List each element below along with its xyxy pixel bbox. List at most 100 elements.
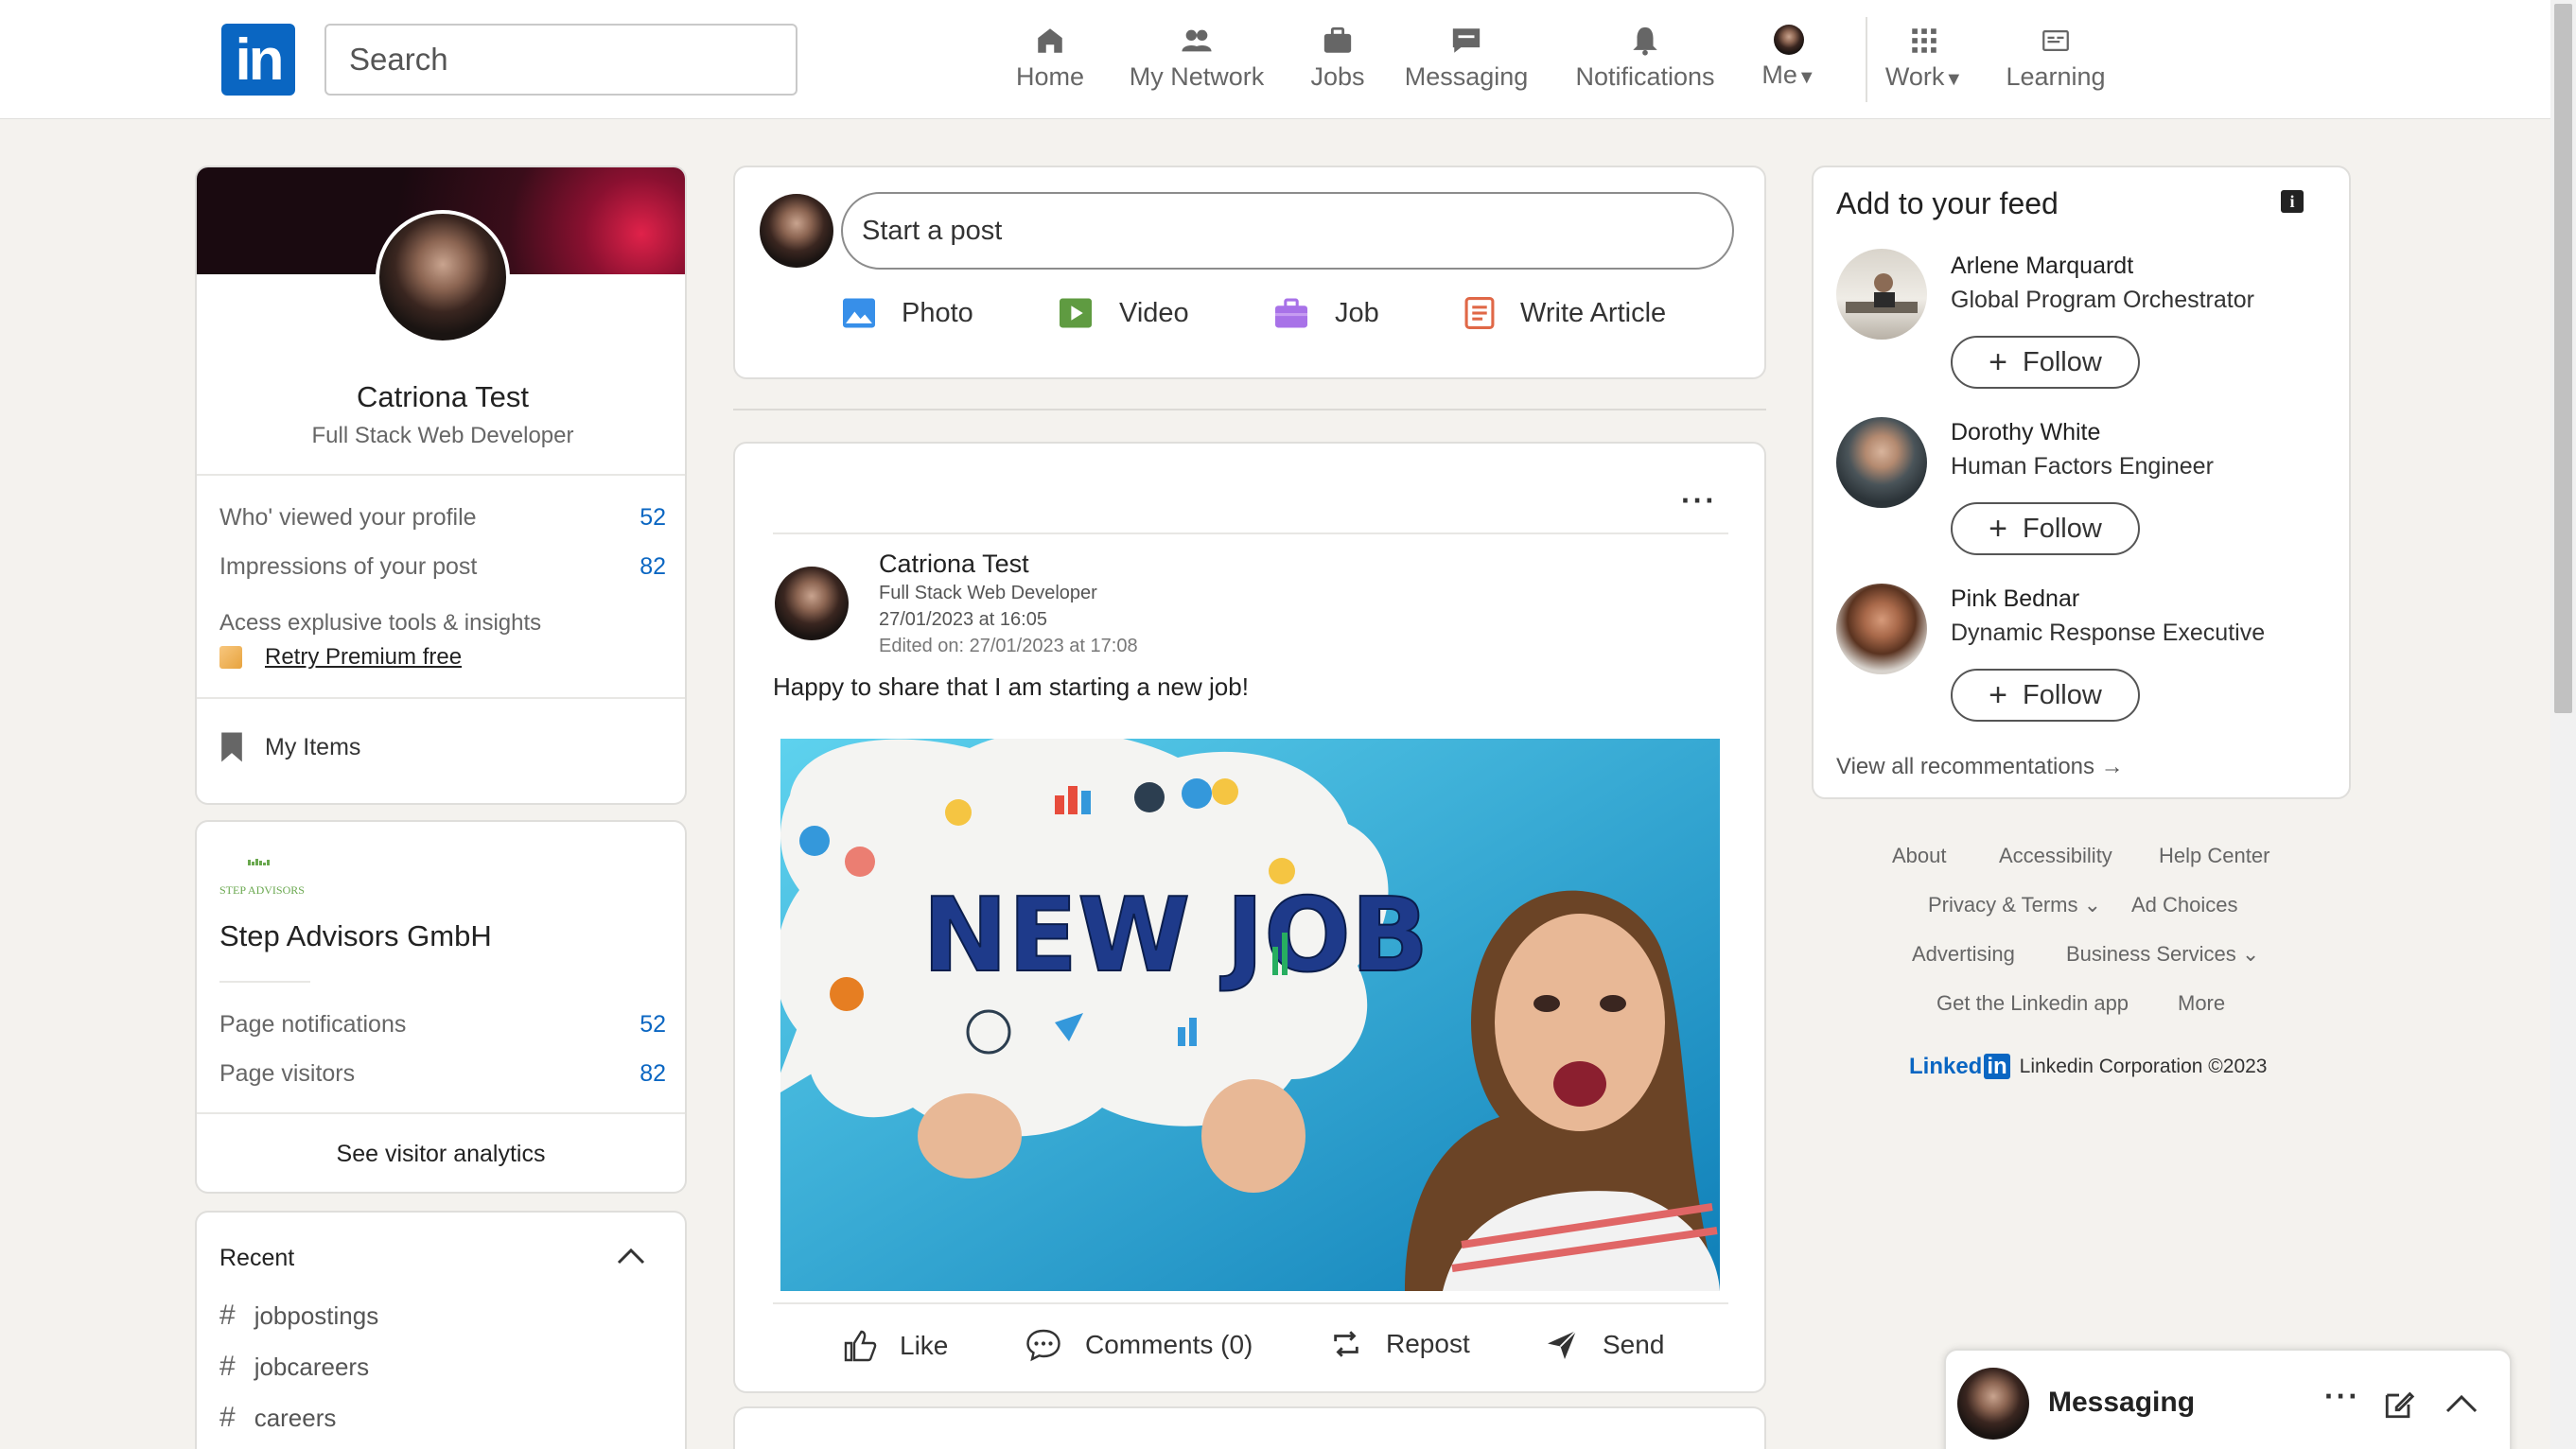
my-items-link[interactable]: My Items [219, 731, 360, 763]
stat-label: Who' viewed your profile [219, 504, 477, 531]
job-button[interactable]: Job [1272, 297, 1379, 329]
see-visitor-analytics-link[interactable]: See visitor analytics [197, 1141, 685, 1168]
post-timestamp: 27/01/2023 at 16:05 [879, 609, 1047, 630]
video-button[interactable]: Video [1057, 297, 1189, 329]
recommendation-avatar[interactable] [1836, 417, 1927, 508]
more-options-icon[interactable]: ··· [1681, 483, 1717, 518]
page-notifications-stat[interactable]: Page notifications 52 [219, 1011, 666, 1039]
nav-home[interactable]: Home [1010, 25, 1090, 100]
stat-label: Page visitors [219, 1060, 356, 1087]
home-icon [1038, 28, 1062, 53]
footer-privacy-terms-link[interactable]: Privacy & Terms ⌄ [1928, 893, 2101, 917]
compose-icon[interactable] [2383, 1388, 2415, 1421]
top-nav-bar: in Home My Network Jobs Messaging Notifi… [0, 0, 2550, 119]
footer-business-services-link[interactable]: Business Services ⌄ [2066, 942, 2259, 967]
nav-learning[interactable]: Learning [2004, 25, 2108, 100]
company-logo-text: STEP ADVISORS [219, 883, 305, 897]
footer-copyright: Linkedin Corporation ©2023 [2019, 1056, 2268, 1077]
recommendation-avatar[interactable] [1836, 584, 1927, 674]
composer-avatar[interactable] [760, 194, 833, 268]
thumbs-up-icon [844, 1330, 877, 1362]
add-to-feed-card: Add to your feed i Arlene Marquardt Glob… [1812, 166, 2351, 799]
photo-button[interactable]: Photo [841, 297, 973, 329]
follow-button[interactable]: + Follow [1951, 502, 2140, 555]
search-input[interactable] [324, 24, 797, 96]
footer-help-center-link[interactable]: Help Center [2159, 844, 2269, 868]
feed-post-card: ··· Catriona Test Full Stack Web Develop… [733, 442, 1766, 1393]
post-impressions-stat[interactable]: Impressions of your post 82 [219, 553, 666, 581]
hashtag-icon: # [219, 1300, 236, 1331]
new-job-illustration: NEW JOB [780, 739, 1720, 1291]
send-button[interactable]: Send [1544, 1328, 1664, 1362]
follow-button[interactable]: + Follow [1951, 336, 2140, 389]
hashtag-icon: # [219, 1351, 236, 1382]
nav-my-network[interactable]: My Network [1126, 25, 1268, 100]
page-visitors-stat[interactable]: Page visitors 82 [219, 1060, 666, 1088]
footer-about-link[interactable]: About [1892, 844, 1947, 868]
footer-accessibility-link[interactable]: Accessibility [1999, 844, 2112, 868]
grid-icon [1912, 28, 1936, 53]
premium-link[interactable]: Retry Premium free [265, 644, 462, 671]
more-options-icon[interactable]: ··· [2324, 1379, 2360, 1414]
stat-label: Impressions of your post [219, 553, 478, 580]
premium-promo[interactable]: Retry Premium free [219, 644, 462, 671]
recommendation-name[interactable]: Arlene Marquardt [1951, 253, 2133, 280]
messaging-overlay[interactable]: Messaging ··· [1944, 1349, 2512, 1449]
nav-notifications[interactable]: Notifications [1570, 25, 1720, 100]
nav-messaging[interactable]: Messaging [1404, 25, 1529, 100]
like-button[interactable]: Like [843, 1328, 948, 1364]
chevron-up-icon[interactable] [2445, 1392, 2478, 1415]
linkedin-wordmark: Linked in [1909, 1054, 2010, 1080]
recommendation-name[interactable]: Pink Bednar [1951, 585, 2079, 613]
view-all-recommendations-link[interactable]: View all recommentations → [1836, 754, 2124, 780]
footer-more-link[interactable]: More [2178, 991, 2225, 1016]
premium-promo-text: Acess explusive tools & insights [219, 610, 542, 636]
footer-ad-choices-link[interactable]: Ad Choices [2131, 893, 2238, 917]
messaging-title[interactable]: Messaging [2048, 1387, 2195, 1419]
post-image[interactable]: NEW JOB [780, 739, 1720, 1291]
recommendation-avatar[interactable] [1836, 249, 1927, 340]
profile-name[interactable]: Catriona Test [197, 380, 685, 414]
scrollbar-thumb[interactable] [2554, 4, 2572, 713]
nav-work[interactable]: Work▼ [1881, 25, 1968, 100]
stat-value: 82 [640, 553, 666, 580]
recommendation-title: Dynamic Response Executive [1951, 620, 2266, 646]
next-feed-post-card [733, 1406, 1766, 1449]
recommendation-name[interactable]: Dorothy White [1951, 419, 2100, 446]
company-name[interactable]: Step Advisors GmbH [219, 919, 492, 953]
footer-get-app-link[interactable]: Get the Linkedin app [1936, 991, 2129, 1016]
send-icon [1548, 1330, 1577, 1359]
write-article-button[interactable]: Write Article [1463, 297, 1666, 329]
recent-item[interactable]: # jobcareers [219, 1351, 369, 1383]
recent-item[interactable]: # careers [219, 1402, 336, 1434]
follow-button[interactable]: + Follow [1951, 669, 2140, 722]
info-icon[interactable]: i [2281, 190, 2304, 213]
recent-card: Recent # jobpostings # jobcareers # careers [195, 1211, 687, 1449]
plus-icon: + [1989, 344, 2008, 380]
repost-button[interactable]: Repost [1329, 1328, 1470, 1360]
recent-item[interactable]: # jobpostings [219, 1300, 378, 1332]
caret-down-icon: ▼ [1796, 67, 1816, 88]
profile-views-stat[interactable]: Who' viewed your profile 52 [219, 504, 666, 532]
company-logo[interactable]: STEP ADVISORS [219, 858, 305, 898]
post-author-name[interactable]: Catriona Test [879, 550, 1029, 579]
divider [773, 532, 1728, 534]
messaging-avatar [1957, 1368, 2029, 1440]
post-author-avatar[interactable] [775, 567, 849, 640]
bookmark-icon [221, 732, 242, 762]
start-post-input[interactable]: Start a post [841, 192, 1734, 270]
my-items-label: My Items [265, 733, 361, 760]
nav-me[interactable]: Me▼ [1756, 25, 1822, 100]
comments-button[interactable]: Comments (0) [1025, 1328, 1253, 1362]
profile-avatar[interactable] [376, 210, 510, 344]
nav-jobs[interactable]: Jobs [1306, 25, 1370, 100]
chevron-up-icon[interactable] [617, 1247, 645, 1266]
stat-label: Page notifications [219, 1011, 407, 1038]
company-page-card: STEP ADVISORS Step Advisors GmbH Page no… [195, 820, 687, 1194]
linkedin-logo[interactable]: in [221, 24, 295, 96]
me-label: Me [1761, 61, 1797, 89]
photo-icon [843, 298, 875, 328]
footer-advertising-link[interactable]: Advertising [1912, 942, 2015, 967]
plus-icon: + [1989, 511, 2008, 547]
divider [197, 1112, 685, 1114]
